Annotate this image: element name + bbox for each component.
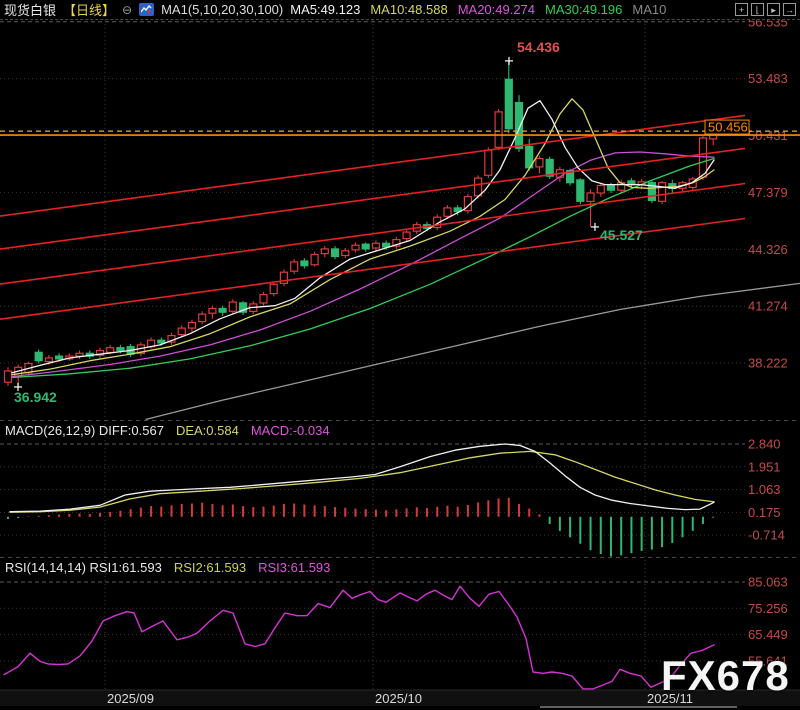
candle-body [372,243,379,248]
svg-text:85.063: 85.063 [748,574,788,589]
macd-panel: 2.840 1.951 1.063 0.175 -0.714 [0,437,785,557]
svg-text:75.256: 75.256 [748,601,788,616]
shift-right-icon[interactable]: → [783,3,796,16]
rsi-value: RSI3:61.593 [258,560,330,575]
svg-text:47.379: 47.379 [748,185,788,200]
candle-body [597,186,604,194]
candle-body [270,284,277,293]
candle-body [291,262,298,271]
main-panel: 56.53553.48350.43147.37944.32641.27438.2… [0,14,788,370]
trading-chart-app: 现货白银 【日线】 ⊖ MA1(5,10,20,30,100) MA5:49.1… [0,0,800,710]
watermark: FX678 [661,652,790,700]
date-label: 2025/10 [375,691,422,706]
candle-body [107,348,114,353]
svg-text:1.063: 1.063 [748,482,781,497]
collapse-icon[interactable]: ⊖ [122,3,132,17]
header-toolbar: +⌊▸→ [735,3,796,16]
candle-body [332,249,339,257]
svg-text:65.449: 65.449 [748,627,788,642]
candle-body [321,249,328,254]
ma-value: MA30:49.196 [545,2,622,17]
ma-value: MA10:48.588 [370,2,447,17]
candle-body [516,103,523,149]
candle-body [700,138,707,177]
candle-body [362,244,369,249]
candle-body [505,79,512,128]
candle-body [475,178,482,196]
candle-body [444,208,451,216]
candle-body [536,159,543,167]
candle-body [383,243,390,247]
price-annotation: 36.942 [14,389,57,405]
macd-label-row: MACD(26,12,9) DIFF:0.567 DEA:0.584 MACD:-0… [5,423,330,438]
candle-body [301,261,308,266]
svg-text:53.483: 53.483 [748,71,788,86]
candle-body [587,193,594,201]
svg-text:41.274: 41.274 [748,299,788,314]
chart-canvas[interactable]: 56.53553.48350.43147.37944.32641.27438.2… [0,0,800,710]
ma-group-label: MA1(5,10,20,30,100) [161,2,283,17]
candle-body [45,358,52,362]
date-label: 2025/09 [107,691,154,706]
price-level-lines: 50.456 [0,120,800,136]
chart-header: 现货白银 【日线】 ⊖ MA1(5,10,20,30,100) MA5:49.1… [0,0,800,20]
macd-value: MACD(26,12,9) DIFF:0.567 [5,423,164,438]
candle-body [403,232,410,239]
candle-body [178,328,185,335]
candle-body [260,295,267,303]
candle-body [117,348,124,351]
rsi-value: RSI(14,14,14) RSI1:61.593 [5,560,162,575]
candle-body [158,340,165,343]
chart-svg: 56.53553.48350.43147.37944.32641.27438.2… [0,0,800,710]
current-price-tag: 50.456 [708,120,748,135]
pan-crosshair-icon[interactable]: + [735,3,748,16]
ma-value: MA20:49.274 [458,2,535,17]
svg-text:0.175: 0.175 [748,505,781,520]
candle-body [485,150,492,175]
candle-body [5,371,12,382]
svg-text:2.840: 2.840 [748,437,781,452]
svg-text:44.326: 44.326 [748,242,788,257]
kline-chart-icon[interactable] [139,3,154,16]
svg-text:-0.714: -0.714 [748,528,785,543]
candle-body [311,255,318,265]
rsi-value: RSI2:61.593 [174,560,246,575]
candle-body [608,186,615,191]
vertical-gridlines [105,20,645,690]
candle-body [495,112,502,147]
ma-values: MA5:49.123 MA10:48.588 MA20:49.274 MA30:49.… [290,2,666,17]
candle-body [352,245,359,250]
ma-value: MA5:49.123 [290,2,360,17]
ma-value: MA10 [632,2,666,17]
macd-value: DEA:0.584 [176,423,239,438]
candle-body [209,309,216,314]
period-label[interactable]: 【日线】 [63,0,115,19]
candle-body [189,323,196,329]
candles [5,61,717,387]
candle-body [199,314,206,322]
candle-body [577,180,584,201]
svg-text:1.951: 1.951 [748,459,781,474]
price-annotation: 54.436 [517,39,560,55]
panel-separators [0,421,800,558]
candle-body [659,183,666,202]
macd-value: MACD:-0.034 [251,423,330,438]
instrument-title: 现货白银 [4,0,56,19]
candle-body [219,309,226,313]
axis-zoom-left-icon[interactable]: ⌊ [751,3,764,16]
candle-body [35,352,42,360]
candle-body [229,302,236,311]
moving-averages [12,99,800,420]
svg-text:38.222: 38.222 [748,356,788,371]
candle-body [76,353,83,356]
price-annotation: 45.527 [600,227,643,243]
candle-body [342,251,349,256]
candle-body [56,356,63,359]
axis-zoom-right-icon[interactable]: ▸ [767,3,780,16]
rsi-label-row: RSI(14,14,14) RSI1:61.593 RSI2:61.593 RSI3… [5,560,330,575]
